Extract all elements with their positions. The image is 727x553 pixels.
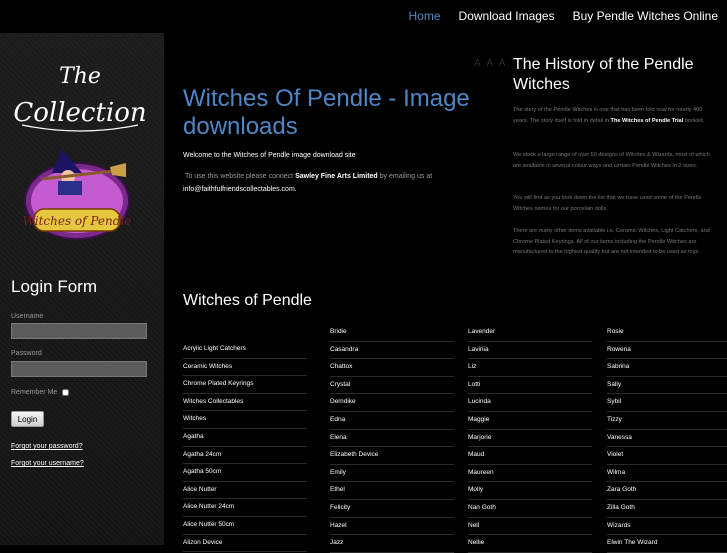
- the-collection-logo: The Collection: [14, 64, 146, 132]
- history-paragraph-2: We stock a large range of over 50 design…: [513, 152, 710, 169]
- witches-list-title: Witches of Pendle: [183, 292, 312, 309]
- witch-list-item[interactable]: Alizon Device: [183, 535, 307, 553]
- witches-of-pendle-badge: Witches of Pendle: [23, 149, 132, 240]
- witch-list-item[interactable]: Agatha 50cm: [183, 464, 307, 482]
- witch-list-item[interactable]: Ceramic Witches: [183, 359, 307, 377]
- contact-end: .: [294, 186, 297, 193]
- svg-text:The: The: [59, 64, 101, 89]
- witch-list-item[interactable]: Maggie: [468, 412, 592, 430]
- history-paragraph-4: There are many other items available i.e…: [513, 228, 710, 255]
- page-title: Witches Of Pendle - Image downloads: [183, 85, 470, 140]
- witch-list-item[interactable]: Vanessa: [607, 430, 727, 448]
- witches-column-4: Rosie Rowena Sabrina Sally Sybil Tizzy Vanessa…: [607, 324, 727, 553]
- witch-list-item[interactable]: Alice Nutter: [183, 482, 307, 500]
- nav-home[interactable]: Home: [400, 0, 450, 33]
- witch-list-item[interactable]: Maud: [468, 447, 592, 465]
- witch-list-item[interactable]: Witches Collectables: [183, 394, 307, 412]
- password-field[interactable]: [11, 361, 147, 377]
- svg-text:Collection: Collection: [14, 98, 146, 128]
- forgot-password-link[interactable]: Forgot your password?: [11, 443, 83, 450]
- witches-column-3: Lavender Lavinia Liz Lotti Lucinda Maggie Marj…: [468, 324, 592, 553]
- forgot-username-link[interactable]: Forgot your username?: [11, 460, 84, 467]
- main-content: A A A Witches Of Pendle - Image download…: [164, 33, 727, 553]
- text-size-control[interactable]: A A A: [474, 58, 507, 69]
- contact-mid: by emailing us at: [379, 173, 433, 180]
- username-label: Username: [11, 313, 44, 320]
- witch-list-item[interactable]: Elena: [330, 430, 454, 448]
- witch-list-item[interactable]: Rosie: [607, 324, 727, 342]
- witch-list-item[interactable]: Wilma: [607, 465, 727, 483]
- witch-list-item[interactable]: Ethel: [330, 482, 454, 500]
- witch-list-item[interactable]: Nell: [468, 518, 592, 536]
- witch-list-item[interactable]: Hazel: [330, 518, 454, 536]
- witch-list-item[interactable]: Chrome Plated Keyrings: [183, 376, 307, 394]
- witch-list-item[interactable]: Marjorie: [468, 430, 592, 448]
- witch-list-item[interactable]: Maureen: [468, 465, 592, 483]
- witch-list-item[interactable]: Nan Goth: [468, 500, 592, 518]
- witch-list-item[interactable]: Felicity: [330, 500, 454, 518]
- witch-list-item[interactable]: Elizabeth Device: [330, 447, 454, 465]
- witch-list-item[interactable]: Lotti: [468, 377, 592, 395]
- witch-list-item[interactable]: Sabrina: [607, 359, 727, 377]
- login-form-title: Login Form: [11, 277, 97, 296]
- username-field[interactable]: [11, 323, 147, 339]
- history-section: The History of the Pendle Witches The st…: [513, 55, 713, 255]
- witch-list-item[interactable]: Wizards: [607, 518, 727, 536]
- witch-list-item[interactable]: Rowena: [607, 342, 727, 360]
- top-bar: Home Download Images Buy Pendle Witches …: [0, 0, 727, 33]
- witch-list-item[interactable]: Elwin The Wizard: [607, 535, 727, 553]
- history-p1-end: booklet.: [684, 117, 705, 124]
- svg-text:Witches of Pendle: Witches of Pendle: [23, 214, 132, 228]
- login-button[interactable]: Login: [11, 411, 44, 427]
- witch-list-item[interactable]: Sally: [607, 377, 727, 395]
- witch-list-item[interactable]: Agatha 24cm: [183, 447, 307, 465]
- sidebar: The Collection Witches of Pendle Login F…: [0, 33, 164, 545]
- contact-email: info@faithfulfriendscollectables.com: [183, 186, 295, 193]
- contact-text: To use this website please connect Sawle…: [183, 170, 483, 196]
- witches-column-2: Bridie Casandra Chattox Crystal Demdike Edna E…: [330, 324, 454, 553]
- witch-list-item[interactable]: Alice Nutter 50cm: [183, 517, 307, 535]
- company-name: Sawley Fine Arts Limited: [295, 173, 378, 180]
- witch-list-item[interactable]: Agatha: [183, 429, 307, 447]
- witch-list-item[interactable]: Zilla Goth: [607, 500, 727, 518]
- witch-list-item[interactable]: Acrylic Light Catchers: [183, 341, 307, 359]
- witch-list-item[interactable]: Crystal: [330, 377, 454, 395]
- witch-list-item[interactable]: Witches: [183, 411, 307, 429]
- witch-list-item[interactable]: Edna: [330, 412, 454, 430]
- witch-list-item[interactable]: Lavender: [468, 324, 592, 342]
- password-label: Password: [11, 350, 42, 357]
- witch-list-item[interactable]: Casandra: [330, 342, 454, 360]
- trial-booklet-name: The Witches of Pendle Trial: [610, 117, 684, 124]
- witch-list-item[interactable]: Chattox: [330, 359, 454, 377]
- witch-list-item[interactable]: Lucinda: [468, 394, 592, 412]
- witch-list-item[interactable]: Bridie: [330, 324, 454, 342]
- witch-list-item[interactable]: Violet: [607, 447, 727, 465]
- contact-pre: To use this website please connect: [184, 173, 294, 180]
- nav-buy-online[interactable]: Buy Pendle Witches Online: [564, 0, 727, 33]
- history-title: The History of the Pendle Witches: [513, 56, 694, 93]
- witch-list-item[interactable]: Molly: [468, 482, 592, 500]
- witch-list-item[interactable]: Emily: [330, 465, 454, 483]
- history-paragraph-1: The story of the Pendle Witches is one t…: [513, 105, 713, 126]
- witch-list-item[interactable]: Sybil: [607, 394, 727, 412]
- remember-me-label: Remember Me: [11, 389, 58, 396]
- remember-me-checkbox[interactable]: [62, 389, 69, 396]
- witch-list-item[interactable]: Nellie: [468, 535, 592, 553]
- witch-list-item[interactable]: Lavinia: [468, 342, 592, 360]
- witch-list-item[interactable]: Tizzy: [607, 412, 727, 430]
- witch-list-item[interactable]: Demdike: [330, 394, 454, 412]
- welcome-text: Welcome to the Witches of Pendle image d…: [183, 152, 356, 159]
- witches-column-1: Acrylic Light Catchers Ceramic Witches Chr…: [183, 341, 307, 553]
- witch-list-item[interactable]: Liz: [468, 359, 592, 377]
- witch-list-item[interactable]: Zara Goth: [607, 482, 727, 500]
- witch-list-item[interactable]: Jazz: [330, 535, 454, 553]
- nav-download-images[interactable]: Download Images: [450, 0, 564, 33]
- top-nav: Home Download Images Buy Pendle Witches …: [400, 0, 727, 33]
- witch-list-item[interactable]: Alice Nutter 24cm: [183, 499, 307, 517]
- history-paragraph-3: You will find as you look down the list …: [513, 195, 702, 212]
